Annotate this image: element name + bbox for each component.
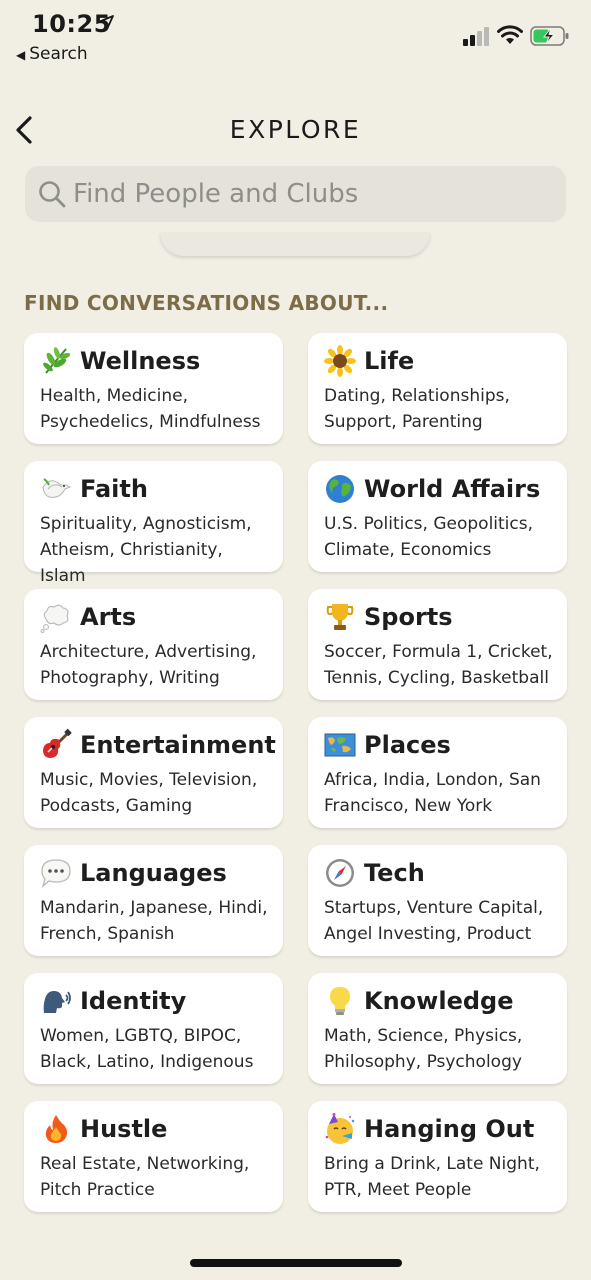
guitar-icon bbox=[43, 729, 72, 758]
compass-icon bbox=[326, 859, 354, 887]
topic-subtitle: Startups, Venture Capital, Angel Investi… bbox=[324, 898, 544, 944]
explore-screen: 10:25 ◀ Search EXPLORE Find People and C… bbox=[0, 0, 591, 1280]
topic-subtitle: Mandarin, Japanese, Hindi, French, Spani… bbox=[40, 898, 268, 944]
topic-title: Places bbox=[364, 731, 451, 759]
light-bulb-icon bbox=[330, 987, 350, 1015]
topic-card-faith[interactable]: Faith Spirituality, Agnosticism, Atheism… bbox=[24, 461, 283, 586]
page-title: EXPLORE bbox=[229, 115, 362, 144]
fire-icon bbox=[45, 1115, 68, 1143]
topic-title: Faith bbox=[80, 475, 148, 503]
world-map-icon bbox=[324, 733, 356, 757]
topic-subtitle: Health, Medicine, Psychedelics, Mindfuln… bbox=[40, 386, 261, 432]
topic-subtitle: Africa, India, London, San Francisco, Ne… bbox=[324, 770, 541, 816]
dove-icon bbox=[42, 478, 72, 498]
topic-title: Tech bbox=[364, 859, 425, 887]
trophy-icon bbox=[326, 604, 354, 630]
topic-card-knowledge[interactable]: Knowledge Math, Science, Physics, Philos… bbox=[308, 973, 567, 1084]
search-icon bbox=[39, 181, 66, 208]
topic-subtitle: Spirituality, Agnosticism, Atheism, Chri… bbox=[40, 514, 252, 586]
sunflower-icon bbox=[324, 345, 356, 377]
topic-card-tech[interactable]: Tech Startups, Venture Capital, Angel In… bbox=[308, 845, 567, 956]
section-heading: FIND CONVERSATIONS ABOUT... bbox=[24, 291, 389, 315]
top-header: EXPLORE bbox=[0, 100, 591, 160]
cellular-signal-icon bbox=[463, 26, 491, 46]
topic-subtitle: Math, Science, Physics, Philosophy, Psyc… bbox=[324, 1026, 523, 1072]
topic-card-identity[interactable]: Identity Women, LGBTQ, BIPOC, Black, Lat… bbox=[24, 973, 283, 1084]
topic-card-life[interactable]: Life Dating, Relationships, Support, Par… bbox=[308, 333, 567, 444]
topic-card-hustle[interactable]: Hustle Real Estate, Networking, Pitch Pr… bbox=[24, 1101, 283, 1212]
topic-subtitle: U.S. Politics, Geopolitics, Climate, Eco… bbox=[324, 514, 534, 560]
topic-card-entertainment[interactable]: Entertainment Music, Movies, Television,… bbox=[24, 717, 283, 828]
speaking-head-icon bbox=[43, 991, 71, 1013]
topic-card-arts[interactable]: Arts Architecture, Advertising, Photogra… bbox=[24, 589, 283, 700]
topic-card-hanging-out[interactable]: Hanging Out Bring a Drink, Late Night, P… bbox=[308, 1101, 567, 1212]
topic-title: Life bbox=[364, 347, 415, 375]
topic-card-sports[interactable]: Sports Soccer, Formula 1, Cricket, Tenni… bbox=[308, 589, 567, 700]
pull-down-tab[interactable] bbox=[160, 232, 430, 256]
topic-title: Entertainment bbox=[80, 731, 276, 759]
home-indicator[interactable] bbox=[190, 1259, 402, 1267]
topic-card-world-affairs[interactable]: World Affairs U.S. Politics, Geopolitics… bbox=[308, 461, 567, 572]
topic-subtitle: Architecture, Advertising, Photography, … bbox=[40, 642, 257, 688]
wifi-icon bbox=[497, 24, 523, 46]
topic-subtitle: Dating, Relationships, Support, Parentin… bbox=[324, 386, 510, 432]
globe-icon bbox=[326, 475, 354, 503]
search-bar[interactable] bbox=[25, 166, 566, 222]
topic-title: Sports bbox=[364, 603, 453, 631]
topic-title: World Affairs bbox=[364, 475, 541, 503]
topic-subtitle: Soccer, Formula 1, Cricket, Tennis, Cycl… bbox=[324, 642, 553, 688]
topic-title: Hustle bbox=[80, 1115, 168, 1143]
topic-title: Arts bbox=[80, 603, 137, 631]
status-bar: 10:25 ◀ Search bbox=[0, 0, 591, 70]
topic-subtitle: Music, Movies, Television, Podcasts, Gam… bbox=[40, 770, 258, 816]
back-to-app-link[interactable]: ◀ Search bbox=[16, 44, 88, 64]
battery-charging-icon bbox=[530, 26, 570, 46]
topic-subtitle: Women, LGBTQ, BIPOC, Black, Latino, Indi… bbox=[40, 1026, 254, 1072]
topic-title: Identity bbox=[80, 987, 187, 1015]
party-face-icon bbox=[325, 1113, 355, 1144]
topic-title: Knowledge bbox=[364, 987, 514, 1015]
topic-title: Hanging Out bbox=[364, 1115, 535, 1143]
topic-card-languages[interactable]: Languages Mandarin, Japanese, Hindi, Fre… bbox=[24, 845, 283, 956]
topic-card-places[interactable]: Places Africa, India, London, San Franci… bbox=[308, 717, 567, 828]
topic-subtitle: Real Estate, Networking, Pitch Practice bbox=[40, 1154, 250, 1200]
herb-icon bbox=[43, 347, 71, 374]
topic-title: Wellness bbox=[80, 347, 201, 375]
speech-bubble-icon bbox=[41, 859, 71, 888]
back-app-label: Search bbox=[29, 44, 88, 64]
search-input[interactable] bbox=[73, 166, 553, 222]
topic-subtitle: Bring a Drink, Late Night, PTR, Meet Peo… bbox=[324, 1154, 540, 1200]
topic-card-wellness[interactable]: Wellness Health, Medicine, Psychedelics,… bbox=[24, 333, 283, 444]
topic-title: Languages bbox=[80, 859, 227, 887]
back-triangle-icon: ◀ bbox=[16, 48, 26, 62]
thought-bubble-icon bbox=[40, 604, 69, 633]
location-arrow-icon bbox=[100, 14, 114, 33]
